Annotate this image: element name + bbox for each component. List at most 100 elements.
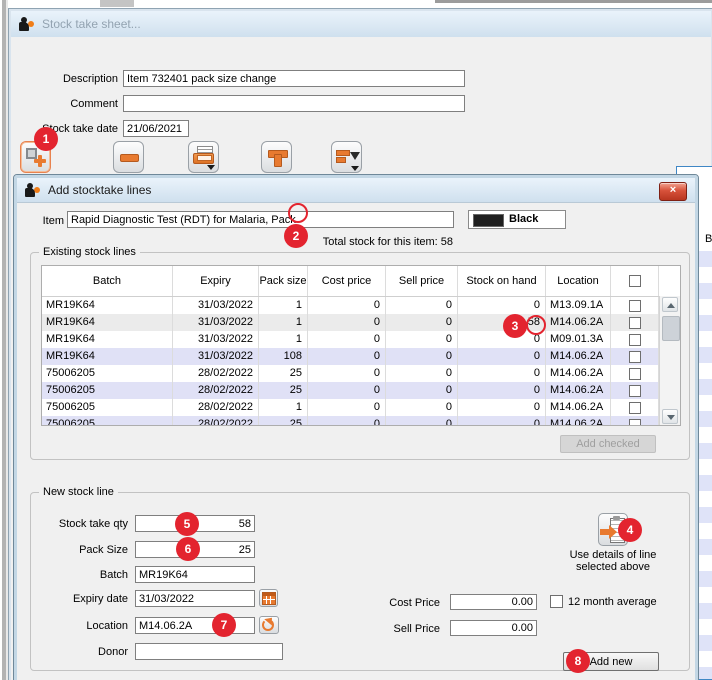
table-row[interactable]: MR19K64 31/03/2022 1 0 0 0 M13.09.1A [42,297,659,314]
cell-stock-on-hand: 0 [458,382,546,399]
table-row[interactable]: MR19K64 31/03/2022 1 0 0 58 M14.06.2A [42,314,659,331]
order-by-icon [336,150,350,156]
item-input[interactable] [67,211,454,228]
cell-cost-price: 0 [308,365,386,382]
cost-price-field[interactable] [450,594,537,610]
cell-location: M09.01.3A [546,331,611,348]
background-column-header-fragment: B [705,233,712,245]
stock-take-date-field[interactable] [123,120,189,137]
location-field[interactable] [135,617,255,634]
table-row[interactable]: 75006205 28/02/2022 25 0 0 0 M14.06.2A [42,365,659,382]
row-checkbox[interactable] [629,402,641,414]
screen: Stock take sheet... Description Comment … [0,0,712,680]
column-header-batch[interactable]: Batch [42,266,173,296]
delete-lines-button[interactable] [113,141,144,173]
column-header-expiry[interactable]: Expiry [173,266,259,296]
row-checkbox[interactable] [629,351,641,363]
table-row[interactable]: 75006205 28/02/2022 1 0 0 0 M14.06.2A [42,399,659,416]
cell-cost-price: 0 [308,314,386,331]
column-header-checkbox [611,266,659,296]
cell-location: M14.06.2A [546,365,611,382]
cell-batch: MR19K64 [42,331,173,348]
new-stock-line-group: New stock line [30,492,690,671]
column-header-pack-size[interactable]: Pack size [259,266,308,296]
print-button[interactable] [188,141,219,173]
dialog-titlebar[interactable]: Add stocktake lines × [17,178,695,203]
comment-label: Comment [18,98,118,110]
table-row[interactable]: 75006205 28/02/2022 25 0 0 0 M14.06.2A [42,382,659,399]
column-header-stock-on-hand[interactable]: Stock on hand [458,266,546,296]
description-label: Description [18,73,118,85]
cell-checkbox [611,331,659,348]
order-by-button[interactable] [331,141,362,173]
scroll-up-icon [667,303,675,308]
cell-sell-price: 0 [386,297,458,314]
row-checkbox[interactable] [629,419,641,426]
cell-checkbox [611,399,659,416]
annotation-4: 4 [618,518,642,542]
location-refresh-button[interactable] [259,616,279,634]
cell-expiry: 28/02/2022 [173,416,259,425]
cell-expiry: 31/03/2022 [173,297,259,314]
row-checkbox[interactable] [629,300,641,312]
column-header-location[interactable]: Location [546,266,611,296]
cell-location: M14.06.2A [546,399,611,416]
annotation-2-ring [288,203,308,223]
cell-checkbox [611,348,659,365]
scroll-thumb[interactable] [662,316,680,341]
cell-checkbox [611,365,659,382]
scroll-down-button[interactable] [662,409,678,424]
new-line-icon [26,148,37,159]
cell-cost-price: 0 [308,297,386,314]
comment-field[interactable] [123,95,465,112]
cell-pack-size: 108 [259,348,308,365]
column-header-cost-price[interactable]: Cost price [308,266,386,296]
row-checkbox[interactable] [629,317,641,329]
expiry-date-field[interactable] [135,590,255,607]
annotation-2: 2 [284,224,308,248]
cell-sell-price: 0 [386,348,458,365]
close-button[interactable]: × [659,182,687,201]
batch-field[interactable] [135,566,255,583]
stock-take-date-label: Stock take date [18,123,118,135]
row-checkbox[interactable] [629,385,641,397]
calendar-icon [262,592,276,605]
delete-icon [120,154,139,162]
stock-lines-table: Batch Expiry Pack size Cost price Sell p… [41,265,681,426]
cell-stock-on-hand: 0 [458,399,546,416]
cell-location: M14.06.2A [546,416,611,425]
calendar-button[interactable] [259,589,278,607]
stock-lines-body: MR19K64 31/03/2022 1 0 0 0 M13.09.1A MR1… [42,297,659,425]
cell-stock-on-hand: 0 [458,416,546,425]
create-inventory-adjustments-button[interactable] [261,141,292,173]
sell-price-field[interactable] [450,620,537,636]
annotation-7: 7 [212,613,236,637]
cell-location: M13.09.1A [546,297,611,314]
row-checkbox[interactable] [629,334,641,346]
scroll-up-button[interactable] [662,297,678,312]
twelve-month-average-checkbox[interactable] [550,595,563,608]
cell-expiry: 28/02/2022 [173,365,259,382]
existing-stock-lines-title: Existing stock lines [39,246,140,258]
location-label: Location [28,620,128,632]
donor-field[interactable] [135,643,283,660]
cell-batch: 75006205 [42,416,173,425]
color-selector[interactable]: Black [468,210,566,229]
table-header: Batch Expiry Pack size Cost price Sell p… [42,266,680,297]
row-checkbox[interactable] [629,368,641,380]
cell-batch: 75006205 [42,382,173,399]
table-scrollbar[interactable] [659,296,680,425]
table-row[interactable]: 75006205 28/02/2022 25 0 0 0 M14.06.2A [42,416,659,425]
table-row[interactable]: MR19K64 31/03/2022 108 0 0 0 M14.06.2A [42,348,659,365]
table-row[interactable]: MR19K64 31/03/2022 1 0 0 0 M09.01.3A [42,331,659,348]
description-field[interactable] [123,70,465,87]
cell-batch: 75006205 [42,365,173,382]
window-titlebar[interactable]: Stock take sheet... [11,11,711,38]
header-checkbox[interactable] [629,275,641,287]
column-header-sell-price[interactable]: Sell price [386,266,458,296]
add-checked-button[interactable]: Add checked [560,435,656,453]
cell-cost-price: 0 [308,416,386,425]
cell-cost-price: 0 [308,399,386,416]
app-icon [19,17,36,31]
use-details-label: Use details of line selected above [557,549,669,573]
